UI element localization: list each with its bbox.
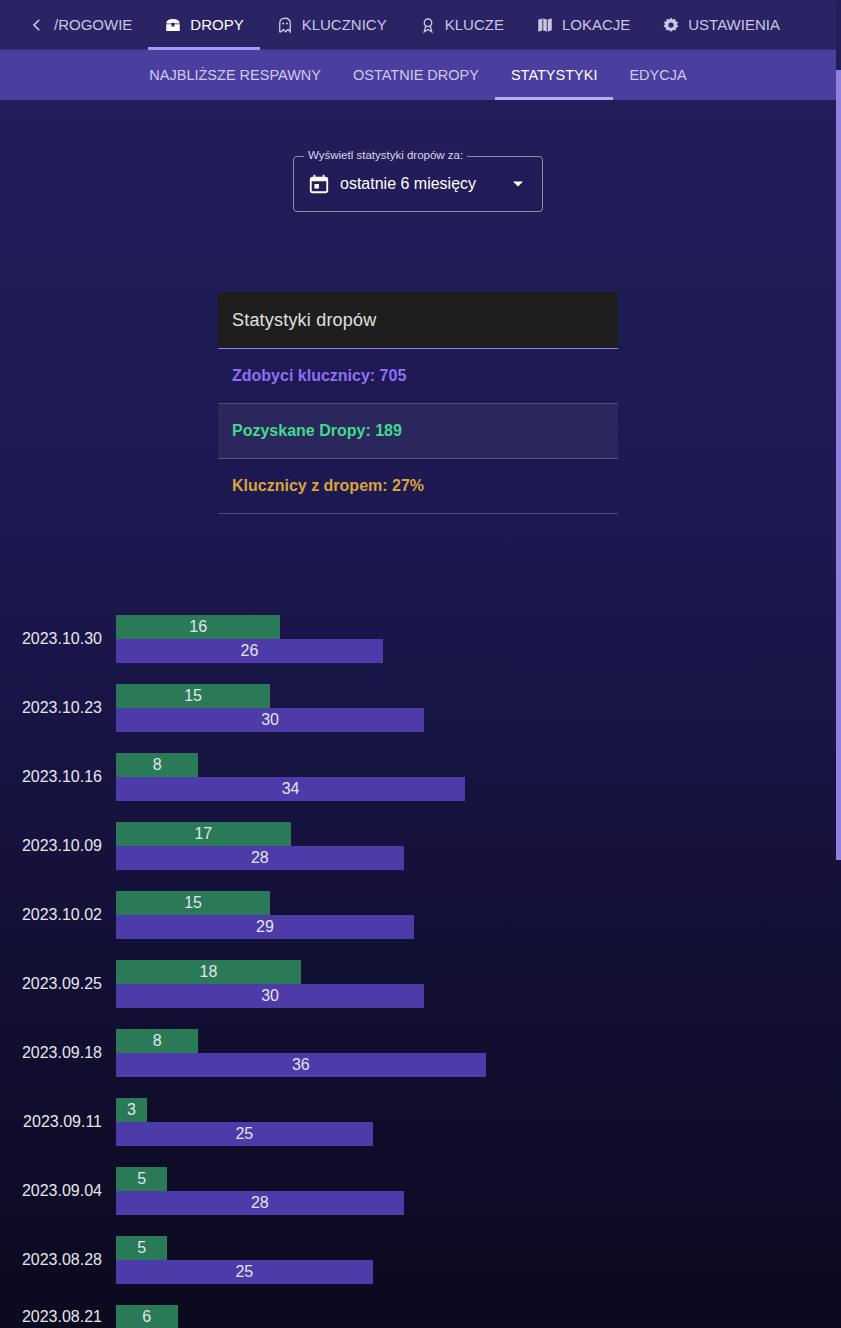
chart-bars: 1626 [116, 615, 836, 663]
app: /ROGOWIE DROPY KLUCZNICY KLUCZE LOKACJE USTAW… [0, 0, 836, 1328]
stats-wrap: Statystyki dropówZdobyci klucznicy: 705P… [0, 292, 836, 514]
chart-row: 2023.09.11325 [0, 1098, 836, 1146]
chart-bars: 1830 [116, 960, 836, 1008]
main-nav: /ROGOWIE DROPY KLUCZNICY KLUCZE LOKACJE USTAW… [0, 0, 836, 50]
chart-bar: 5 [116, 1167, 167, 1191]
chart-bar: 3 [116, 1098, 147, 1122]
chart-bars: 325 [116, 1098, 836, 1146]
nav-tab-label: KLUCZNICY [302, 16, 387, 33]
chart-bars: 525 [116, 1236, 836, 1284]
sub-tab[interactable]: EDYCJA [613, 50, 702, 100]
chart-bars: 834 [116, 753, 836, 801]
chart-row: 2023.08.28525 [0, 1236, 836, 1284]
chart-row: 2023.10.091728 [0, 822, 836, 870]
chart-date: 2023.09.25 [0, 975, 116, 993]
chart-bar: 15 [116, 891, 270, 915]
chart-date: 2023.09.04 [0, 1182, 116, 1200]
chart-bars: 1529 [116, 891, 836, 939]
chest-icon [164, 16, 182, 34]
chart-date: 2023.10.09 [0, 837, 116, 855]
nav-tab[interactable]: /ROGOWIE [20, 0, 148, 49]
stats-card: Statystyki dropówZdobyci klucznicy: 705P… [218, 292, 618, 514]
stats-row: Klucznicy z dropem: 27% [218, 459, 618, 514]
chart-bar: 17 [116, 822, 291, 846]
chart-date: 2023.10.16 [0, 768, 116, 786]
chart-date: 2023.08.21 [0, 1308, 116, 1326]
chart-row: 2023.10.301626 [0, 615, 836, 663]
map-icon [536, 16, 554, 34]
ghost-icon [276, 16, 294, 34]
sub-nav: NAJBLIŻSZE RESPAWNYOSTATNIE DROPYSTATYST… [0, 50, 836, 100]
chart-date: 2023.09.18 [0, 1044, 116, 1062]
chart-bar: 26 [116, 639, 383, 663]
chart-date: 2023.10.02 [0, 906, 116, 924]
period-select[interactable]: Wyświetl statystyki dropów za:ostatnie 6… [293, 156, 543, 212]
chart-bar: 28 [116, 846, 404, 870]
sub-tab[interactable]: STATYSTYKI [495, 50, 613, 100]
nav-tab-label: LOKACJE [562, 16, 630, 33]
chart-bar: 15 [116, 684, 270, 708]
chart-date: 2023.10.23 [0, 699, 116, 717]
chart-bar: 28 [116, 1191, 404, 1215]
chart-row: 2023.10.021529 [0, 891, 836, 939]
nav-tab-label: DROPY [190, 16, 243, 33]
chart-bar: 25 [116, 1122, 373, 1146]
chart-bar: 16 [116, 615, 280, 639]
chart-bar: 30 [116, 984, 424, 1008]
scrollbar[interactable] [836, 70, 841, 860]
chevron-left-icon [28, 16, 46, 34]
chart-date: 2023.09.11 [0, 1113, 116, 1131]
nav-tab-label: KLUCZE [445, 16, 504, 33]
chart-bar: 5 [116, 1236, 167, 1260]
chart-bar: 34 [116, 777, 465, 801]
drops-chart: 2023.10.3016262023.10.2315302023.10.1683… [0, 615, 836, 1328]
chart-bar: 30 [116, 708, 424, 732]
chart-row: 2023.09.18836 [0, 1029, 836, 1077]
chart-bar: 29 [116, 915, 414, 939]
chart-bar: 25 [116, 1260, 373, 1284]
period-select-value: ostatnie 6 miesięcy [340, 175, 498, 193]
chart-bars: 836 [116, 1029, 836, 1077]
chart-bars: 528 [116, 1167, 836, 1215]
filter-row: Wyświetl statystyki dropów za:ostatnie 6… [0, 156, 836, 212]
gear-icon [662, 16, 680, 34]
nav-tab[interactable]: DROPY [148, 0, 259, 49]
nav-tab-label: USTAWIENIA [688, 16, 780, 33]
calendar-icon [308, 173, 330, 195]
dropdown-arrow-icon [508, 174, 528, 194]
nav-tab[interactable]: KLUCZE [403, 0, 520, 49]
sub-tab[interactable]: OSTATNIE DROPY [337, 50, 495, 100]
chart-bars: 1728 [116, 822, 836, 870]
chart-date: 2023.08.28 [0, 1251, 116, 1269]
chart-bars: 6 [116, 1305, 836, 1328]
chart-row: 2023.10.16834 [0, 753, 836, 801]
chart-bar: 18 [116, 960, 301, 984]
stats-row: Pozyskane Dropy: 189 [218, 404, 618, 459]
nav-tab[interactable]: USTAWIENIA [646, 0, 796, 49]
medal-icon [419, 16, 437, 34]
nav-tab[interactable]: KLUCZNICY [260, 0, 403, 49]
chart-bars: 1530 [116, 684, 836, 732]
stats-row: Zdobyci klucznicy: 705 [218, 349, 618, 404]
chart-row: 2023.09.04528 [0, 1167, 836, 1215]
nav-tab[interactable]: LOKACJE [520, 0, 646, 49]
sub-tab[interactable]: NAJBLIŻSZE RESPAWNY [133, 50, 337, 100]
chart-bar: 8 [116, 1029, 198, 1053]
chart-bar: 36 [116, 1053, 486, 1077]
chart-row: 2023.10.231530 [0, 684, 836, 732]
period-select-label: Wyświetl statystyki dropów za: [304, 149, 467, 161]
chart-bar: 6 [116, 1305, 178, 1328]
chart-date: 2023.10.30 [0, 630, 116, 648]
chart-bar: 8 [116, 753, 198, 777]
nav-tab-label: /ROGOWIE [54, 16, 132, 33]
stats-title: Statystyki dropów [218, 292, 618, 349]
chart-row: 2023.09.251830 [0, 960, 836, 1008]
chart-row: 2023.08.216 [0, 1305, 836, 1328]
